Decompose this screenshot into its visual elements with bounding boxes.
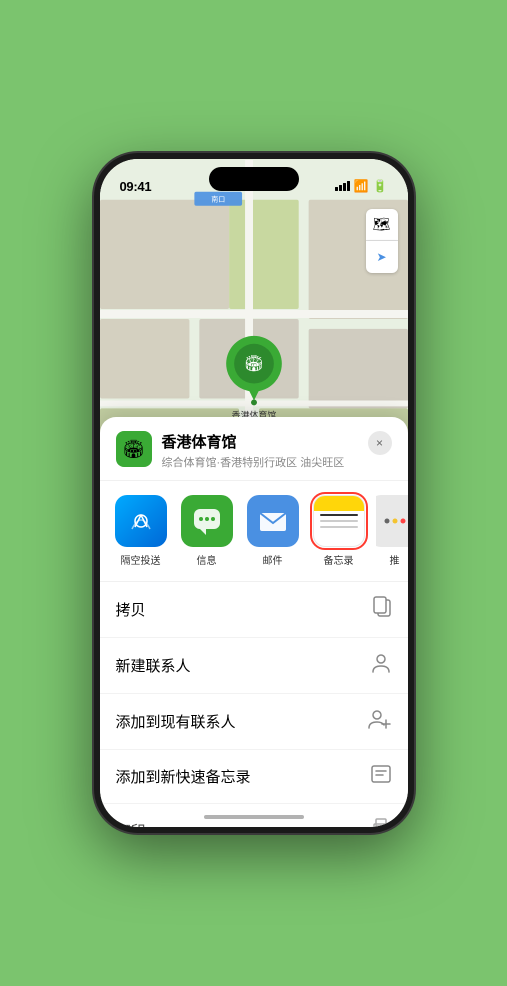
close-button[interactable]: × <box>368 431 392 455</box>
phone-frame: 09:41 📶 🔋 <box>94 153 414 833</box>
airdrop-svg <box>127 507 155 535</box>
person-svg <box>370 652 392 674</box>
messages-svg <box>192 507 222 535</box>
airdrop-label: 隔空投送 <box>121 552 161 567</box>
signal-bar-1 <box>335 187 338 191</box>
more-label: 推 <box>390 552 400 567</box>
copy-icon <box>372 596 392 623</box>
action-add-notes-label: 添加到新快速备忘录 <box>116 766 251 787</box>
map-type-button[interactable]: 🗺 <box>366 209 398 241</box>
venue-subtitle: 综合体育馆·香港特别行政区 油尖旺区 <box>162 454 358 470</box>
messages-label: 信息 <box>197 552 217 567</box>
action-copy[interactable]: 拷贝 <box>100 582 408 638</box>
print-icon <box>370 818 392 827</box>
messages-icon <box>181 495 233 547</box>
notes-icon <box>313 495 365 547</box>
signal-bar-3 <box>343 183 346 191</box>
bottom-sheet: 🏟 香港体育馆 综合体育馆·香港特别行政区 油尖旺区 × <box>100 417 408 827</box>
airdrop-icon <box>115 495 167 547</box>
share-messages[interactable]: 信息 <box>178 495 236 567</box>
venue-icon: 🏟 <box>116 431 152 467</box>
map-controls: 🗺 ➤ <box>366 209 398 273</box>
svg-text:🏟: 🏟 <box>243 355 263 373</box>
share-mail[interactable]: 邮件 <box>244 495 302 567</box>
quick-note-icon <box>370 764 392 789</box>
share-apps-row: 隔空投送 信息 <box>100 481 408 582</box>
notes-label: 备忘录 <box>324 552 354 567</box>
action-add-existing-label: 添加到现有联系人 <box>116 711 236 732</box>
share-more[interactable]: 推 <box>376 495 408 567</box>
notes-line-1 <box>320 514 358 516</box>
signal-bar-4 <box>347 181 350 191</box>
action-new-contact-label: 新建联系人 <box>116 655 191 676</box>
person-add-svg <box>368 708 392 730</box>
copy-svg <box>372 596 392 618</box>
location-button[interactable]: ➤ <box>366 241 398 273</box>
phone-screen: 09:41 📶 🔋 <box>100 159 408 827</box>
signal-bar-2 <box>339 185 342 191</box>
venue-emoji: 🏟 <box>122 439 145 460</box>
dynamic-island <box>209 167 299 191</box>
mail-svg <box>258 509 288 533</box>
home-indicator <box>204 815 304 819</box>
notes-line-3 <box>320 526 358 528</box>
battery-icon: 🔋 <box>373 179 388 193</box>
signal-bars-icon <box>335 181 350 191</box>
action-new-contact[interactable]: 新建联系人 <box>100 638 408 694</box>
share-notes[interactable]: 备忘录 <box>310 495 368 567</box>
person-icon <box>370 652 392 679</box>
venue-name: 香港体育馆 <box>162 431 358 452</box>
action-copy-label: 拷贝 <box>116 599 146 620</box>
more-dots-icon <box>383 513 407 529</box>
mail-label: 邮件 <box>263 552 283 567</box>
sheet-header: 🏟 香港体育馆 综合体育馆·香港特别行政区 油尖旺区 × <box>100 417 408 481</box>
notes-line-2 <box>320 520 358 522</box>
mail-icon <box>247 495 299 547</box>
action-print-label: 打印 <box>116 820 146 827</box>
share-airdrop[interactable]: 隔空投送 <box>112 495 170 567</box>
more-icon <box>376 495 408 547</box>
wifi-icon: 📶 <box>354 179 369 193</box>
action-add-notes[interactable]: 添加到新快速备忘录 <box>100 750 408 804</box>
status-icons: 📶 🔋 <box>335 179 388 193</box>
person-add-icon <box>368 708 392 735</box>
action-list: 拷贝 新建联系人 <box>100 582 408 827</box>
venue-info: 香港体育馆 综合体育馆·香港特别行政区 油尖旺区 <box>162 431 358 470</box>
print-svg <box>370 818 392 827</box>
action-add-existing[interactable]: 添加到现有联系人 <box>100 694 408 750</box>
quick-note-svg <box>370 764 392 784</box>
status-time: 09:41 <box>120 179 152 194</box>
notes-lines <box>320 514 358 540</box>
